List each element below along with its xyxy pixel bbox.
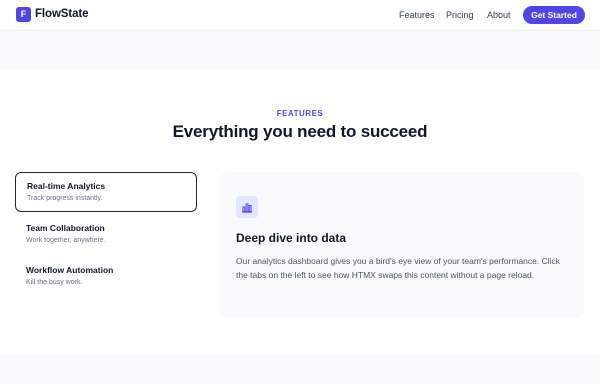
nav-link-about[interactable]: About (487, 10, 511, 20)
bar-chart-icon (236, 196, 258, 218)
tab-description: Track progress instantly. (27, 195, 103, 202)
logo-icon[interactable]: F (16, 7, 31, 22)
tab-title: Workflow Automation (26, 265, 114, 275)
tab-description: Kill the busy work. (26, 279, 83, 286)
section-eyebrow: FEATURES (276, 109, 324, 118)
tab-title: Team Collaboration (26, 223, 105, 233)
panel-title: Deep dive into data (236, 231, 347, 245)
tab-real-time-analytics[interactable]: Real-time Analytics Track progress insta… (15, 172, 197, 212)
panel-body: Our analytics dashboard gives you a bird… (236, 256, 561, 280)
next-section-top (0, 354, 600, 384)
hero-section-bottom (0, 31, 600, 70)
tab-workflow-automation[interactable]: Workflow Automation Kill the busy work. (15, 257, 197, 297)
navbar: F FlowState Features Pricing About Get S… (0, 0, 600, 31)
nav-link-pricing[interactable]: Pricing (446, 10, 474, 20)
tab-title: Real-time Analytics (27, 181, 106, 191)
tab-description: Work together, anywhere. (26, 237, 106, 244)
section-heading: Everything you need to succeed (172, 122, 428, 141)
nav-link-features[interactable]: Features (399, 10, 435, 20)
feature-detail-panel: Deep dive into data Our analytics dashbo… (219, 172, 584, 318)
get-started-button[interactable]: Get Started (523, 6, 585, 24)
tab-team-collaboration[interactable]: Team Collaboration Work together, anywhe… (15, 215, 197, 255)
brand-name[interactable]: FlowState (35, 8, 89, 20)
